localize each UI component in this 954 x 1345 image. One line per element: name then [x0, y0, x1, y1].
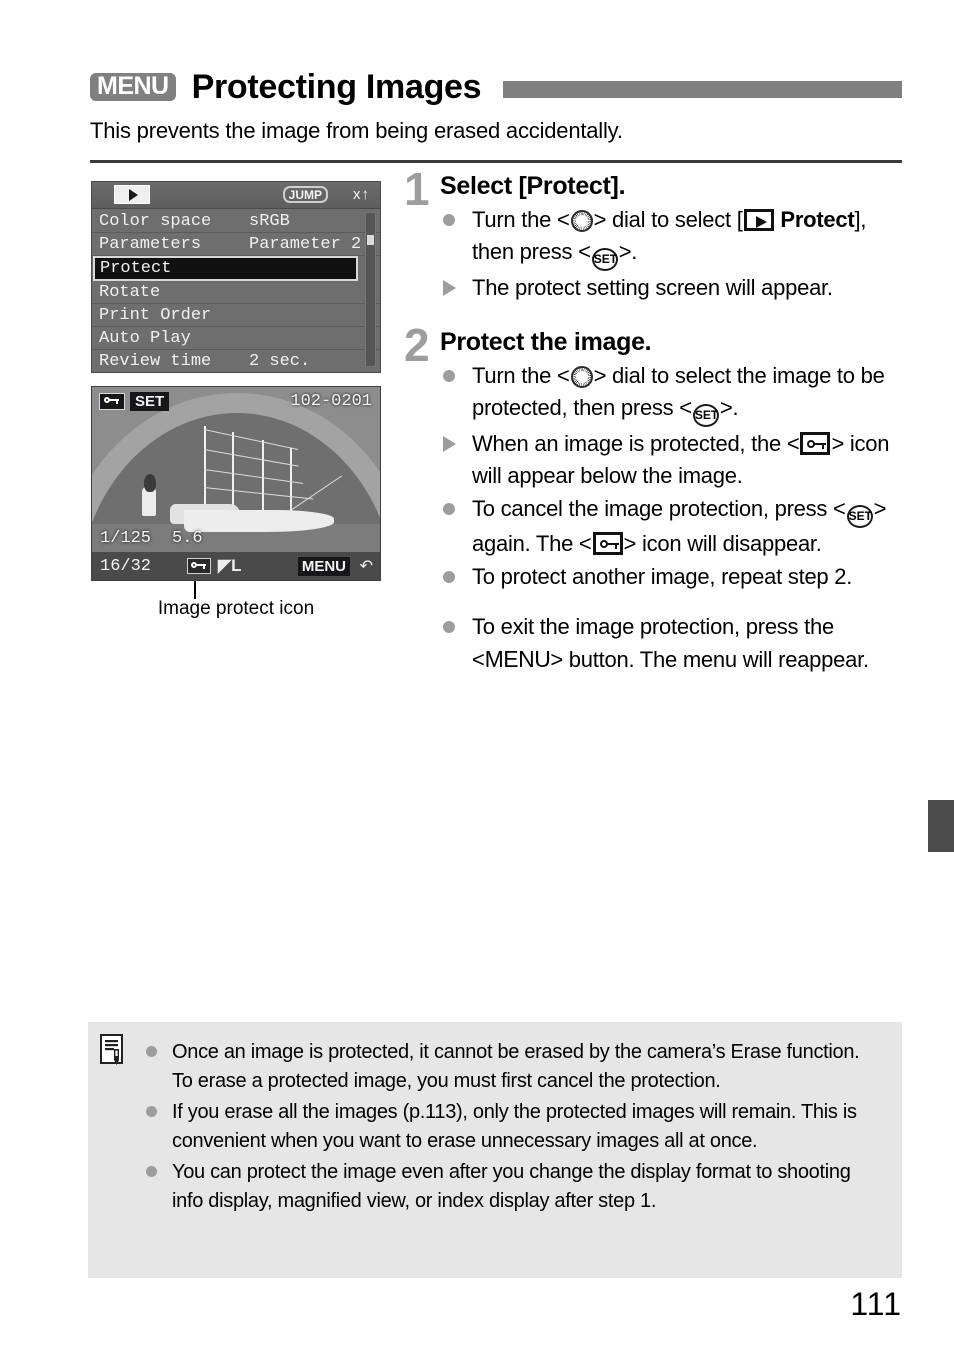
menu-row-protect[interactable]: Protect	[93, 256, 358, 281]
step-bullet: Turn the < > dial to select the image to …	[440, 360, 902, 427]
bullet-triangle-icon	[443, 272, 456, 304]
header-divider	[90, 160, 902, 163]
bullet-dot-icon	[146, 1098, 157, 1127]
bullet-dot-icon	[443, 611, 455, 643]
step-body: Protect the image. Turn the < > dial to se…	[440, 328, 902, 676]
chapter-thumb-tab	[928, 800, 954, 852]
page-number: 111	[850, 1286, 902, 1322]
menu-row-review-time[interactable]: Review time 2 sec.	[92, 350, 380, 372]
note-bullet: You can protect the image even after you…	[144, 1158, 880, 1216]
page-title: Protecting Images	[191, 67, 482, 106]
menu-row-label: Auto Play	[99, 328, 191, 348]
key-protect-icon	[800, 432, 831, 455]
page-header: MENU Protecting Images	[90, 64, 902, 110]
playback-icon	[743, 209, 774, 231]
menu-row-value: sRGB	[249, 211, 290, 231]
camera-menu-screenshot: JUMP x↑ Color space sRGB Parameters Paramet…	[91, 181, 381, 373]
shutter-speed: 1/125	[100, 529, 152, 548]
menu-row-rotate[interactable]: Rotate	[92, 281, 380, 304]
bullet-dot-icon	[146, 1158, 157, 1187]
bullet-dot-icon	[443, 561, 455, 593]
step-bullet: When an image is protected, the < > icon …	[440, 428, 902, 492]
aperture-value: 5.6	[172, 529, 203, 548]
title-accent-bar	[503, 80, 902, 98]
step-bullet: To exit the image protection, press the …	[440, 611, 902, 676]
key-protect-icon	[592, 532, 623, 555]
note-bullet: Once an image is protected, it cannot be…	[144, 1038, 880, 1096]
figure-caption: Image protect icon	[157, 598, 315, 619]
bullet-dot-icon	[146, 1038, 157, 1067]
protect-badge-icon	[99, 393, 125, 410]
dial-icon	[570, 366, 593, 388]
set-button-icon: SET	[692, 404, 719, 427]
step-bullet: To protect another image, repeat step 2.	[440, 561, 902, 593]
image-protect-icon	[187, 558, 211, 574]
steps-container: 1 Select [Protect]. Turn the < > dial to se…	[404, 166, 902, 677]
step-bullet: Turn the < > dial to select [ Protect], t…	[440, 204, 902, 271]
step-bullet-list: Turn the < > dial to select the image to …	[440, 360, 902, 676]
menu-tab-bar: JUMP x↑	[92, 182, 380, 209]
set-button-icon: SET	[846, 505, 873, 528]
menu-row-value: 2 sec.	[249, 351, 311, 371]
menu-row-label: Parameters	[99, 234, 202, 254]
bullet-dot-icon	[443, 204, 455, 236]
note-bullet-list: Once an image is protected, it cannot be…	[144, 1038, 880, 1218]
step-bullet: To cancel the image protection, press < S…	[440, 493, 902, 560]
step-bullet-list: Turn the < > dial to select [ Protect], t…	[440, 204, 902, 304]
quality-indicator: ◤L	[218, 556, 242, 575]
menu-row-label: Print Order	[99, 305, 212, 325]
step-1: 1 Select [Protect]. Turn the < > dial to se…	[404, 166, 902, 304]
playback-tab-icon	[114, 185, 150, 204]
emphasis-text: Protect	[774, 207, 855, 232]
dial-icon	[570, 210, 593, 232]
menu-button-label: MENU	[484, 646, 551, 672]
menu-row-label: Color space	[99, 211, 212, 231]
menu-scrollbar	[365, 212, 376, 367]
menu-row-value: Parameter 2	[249, 234, 362, 254]
jump-badge: JUMP	[282, 186, 328, 203]
bullet-triangle-icon	[443, 428, 456, 460]
bullet-dot-icon	[443, 493, 455, 525]
step-heading: Protect the image.	[440, 328, 652, 356]
menu-row-label: Protect	[100, 259, 172, 278]
step-bullet: The protect setting screen will appear.	[440, 272, 902, 304]
file-number: 102-0201	[290, 392, 372, 411]
intro-text: This prevents the image from being erase…	[90, 118, 623, 143]
memo-note-icon	[100, 1034, 128, 1068]
set-button-icon: SET	[591, 248, 618, 271]
wrench-tools-icon: x↑	[353, 186, 370, 203]
step-2: 2 Protect the image. Turn the < > dial to s…	[404, 322, 902, 676]
set-badge: SET	[130, 392, 170, 411]
step-heading: Select [Protect].	[440, 172, 626, 200]
caption-leader-line	[194, 581, 196, 599]
menu-row-print-order[interactable]: Print Order	[92, 304, 380, 327]
step-number: 2	[404, 319, 430, 371]
image-count: 16/32	[100, 557, 152, 576]
note-box: Once an image is protected, it cannot be…	[88, 1022, 902, 1278]
menu-button-badge: MENU	[297, 557, 350, 576]
menu-row-parameters[interactable]: Parameters Parameter 2	[92, 233, 380, 256]
menu-row-label: Rotate	[99, 282, 161, 302]
menu-badge-icon: MENU	[90, 73, 176, 101]
menu-row-label: Review time	[99, 351, 212, 371]
return-arrow-icon: ↶	[359, 558, 373, 575]
step-body: Select [Protect]. Turn the < > dial to sel…	[440, 172, 902, 304]
step-number: 1	[404, 163, 430, 215]
menu-row-auto-play[interactable]: Auto Play	[92, 327, 380, 350]
note-bullet: If you erase all the images (p.113), onl…	[144, 1098, 880, 1156]
photo-playback-screenshot: SET 102-0201 1/125 5.6 16/32 ◤L MENU ↶	[91, 386, 381, 581]
bullet-dot-icon	[443, 360, 455, 392]
menu-item-list: Color space sRGB Parameters Parameter 2 Prot…	[92, 209, 380, 372]
menu-row-color-space[interactable]: Color space sRGB	[92, 210, 380, 233]
